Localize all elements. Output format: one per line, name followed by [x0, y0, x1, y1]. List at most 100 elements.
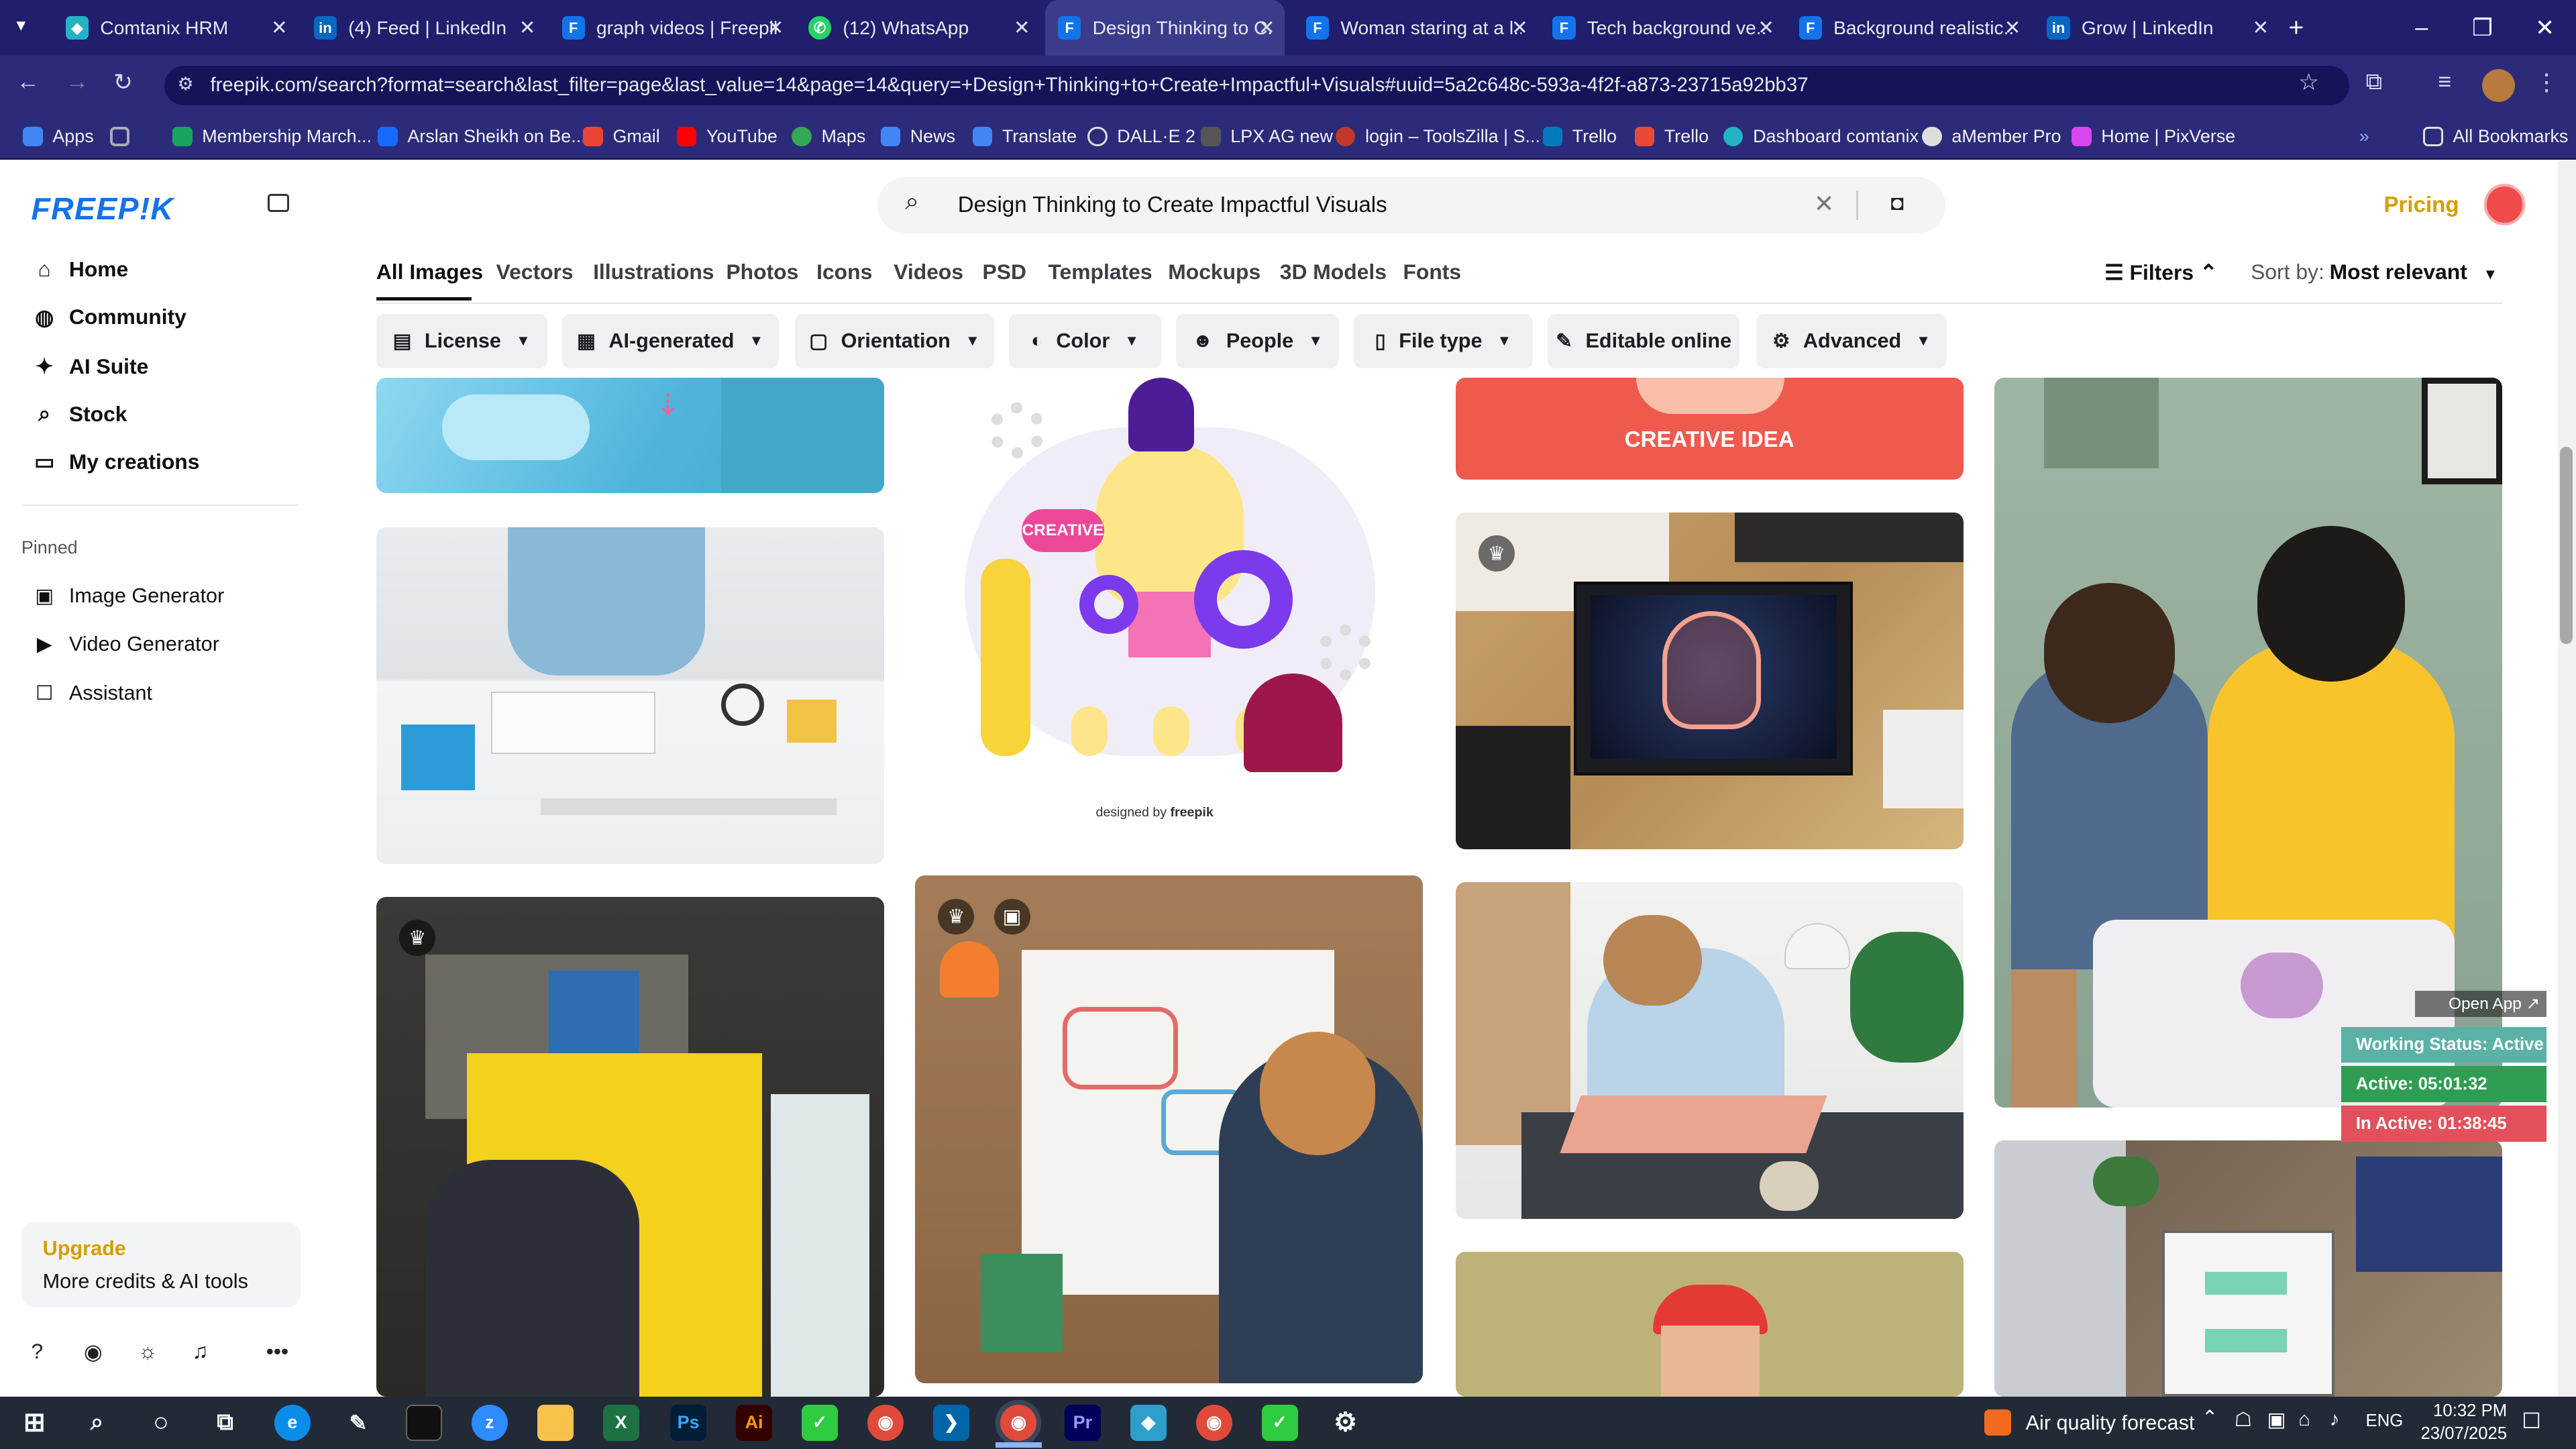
language-indicator[interactable]: ENG — [2366, 1411, 2404, 1431]
pricing-link[interactable]: Pricing — [2383, 193, 2459, 218]
reload-icon[interactable]: ↻ — [113, 69, 133, 96]
restore-icon[interactable]: ❐ — [2451, 0, 2514, 56]
browser-menu-icon[interactable]: ⋮ — [2535, 69, 2558, 96]
photoshop-icon[interactable]: Ps — [670, 1404, 707, 1441]
image-tile[interactable] — [1455, 1252, 1964, 1397]
filter-people[interactable]: ☻ People ▼ — [1176, 313, 1339, 368]
bookmark-trello-1[interactable]: Trello — [1542, 121, 1617, 151]
upgrade-title[interactable]: Upgrade — [43, 1237, 126, 1260]
bookmark-lpx[interactable]: LPX AG new — [1201, 121, 1333, 151]
tab-search-icon[interactable]: ▾ — [16, 15, 25, 36]
bookmark-dalle[interactable]: DALL·E 2 — [1087, 121, 1195, 151]
tab-freepik-graph[interactable]: F graph videos | Freepik ✕ — [561, 0, 784, 56]
network-icon[interactable]: ⌂ — [2298, 1408, 2310, 1431]
tab-background-realistic[interactable]: F Background realistic... ✕ — [1799, 0, 2021, 56]
tab-photos[interactable]: Photos — [726, 260, 798, 284]
filter-license[interactable]: ▤ License ▼ — [376, 313, 547, 368]
filter-file-type[interactable]: ▯ File type ▼ — [1353, 313, 1533, 368]
bookmark-toolszilla[interactable]: login – ToolsZilla | S... — [1336, 121, 1540, 151]
filter-ai-generated[interactable]: ▦ AI-generated ▼ — [561, 313, 779, 368]
upgrade-card[interactable] — [21, 1222, 301, 1308]
premiere-icon[interactable]: Pr — [1064, 1404, 1101, 1441]
media-icon[interactable]: ≡ — [2438, 69, 2451, 95]
tab-tech-background[interactable]: F Tech background ve... ✕ — [1552, 0, 1774, 56]
tab-templates[interactable]: Templates — [1048, 260, 1152, 284]
illustrator-icon[interactable]: Ai — [736, 1404, 773, 1441]
close-tab-icon[interactable]: ✕ — [1511, 16, 1528, 40]
sidebar-item-community[interactable]: ◍ Community — [33, 299, 186, 335]
discord-icon[interactable]: ◉ — [84, 1339, 103, 1364]
close-tab-icon[interactable]: ✕ — [1258, 16, 1275, 40]
all-bookmarks[interactable]: All Bookmarks — [2423, 121, 2568, 151]
more-options-icon[interactable]: ••• — [266, 1339, 288, 1364]
cortana-icon[interactable]: ○ — [143, 1405, 179, 1441]
image-tile[interactable]: ♛ — [376, 897, 884, 1397]
bookmark-apps[interactable]: Apps — [23, 121, 94, 151]
bookmark-maps[interactable]: Maps — [792, 121, 865, 151]
sidebar-item-stock[interactable]: ⌕ Stock — [33, 396, 127, 432]
filter-advanced[interactable]: ⚙ Advanced ▼ — [1756, 313, 1947, 368]
bookmark-news[interactable]: News — [880, 121, 955, 151]
notifications-icon[interactable]: ☐ — [2522, 1408, 2541, 1434]
vscode-icon[interactable]: ❯ — [933, 1404, 969, 1441]
windows-start-icon[interactable]: ⊞ — [16, 1405, 52, 1441]
tab-comtanix[interactable]: ◆ Comtanix HRM ✕ — [65, 0, 288, 56]
taskbar-search-icon[interactable]: ⌕ — [79, 1405, 115, 1441]
collapse-sidebar-icon[interactable] — [268, 193, 289, 212]
extensions-icon[interactable]: ⧉ — [2366, 69, 2382, 95]
excel-icon[interactable]: X — [602, 1404, 639, 1441]
site-info-icon[interactable]: ⚙ — [177, 74, 193, 95]
freepik-logo[interactable]: FREEP!K — [32, 191, 174, 227]
bookmark-trello-2[interactable]: Trello — [1634, 121, 1709, 151]
camera-search-icon[interactable]: ◘ — [1891, 191, 1904, 215]
more-bookmarks-icon[interactable]: » — [2359, 121, 2369, 151]
tab-linkedin-feed[interactable]: in (4) Feed | LinkedIn ✕ — [313, 0, 535, 56]
chrome-profile-icon[interactable]: ◉ — [1195, 1404, 1232, 1441]
profile-avatar[interactable] — [2482, 68, 2516, 102]
chrome-active-icon[interactable]: ◉ — [1000, 1404, 1037, 1441]
air-quality-icon[interactable] — [1984, 1409, 2011, 1436]
terminal-icon[interactable] — [405, 1404, 442, 1441]
sidebar-item-ai-suite[interactable]: ✦ AI Suite — [33, 348, 149, 384]
chrome-icon[interactable]: ◉ — [867, 1404, 904, 1441]
sidebar-item-video-generator[interactable]: ▶ Video Generator — [33, 626, 219, 662]
tab-mockups[interactable]: Mockups — [1168, 260, 1260, 284]
close-tab-icon[interactable]: ✕ — [2004, 16, 2021, 40]
task-view-icon[interactable]: ⧉ — [207, 1405, 244, 1441]
user-avatar[interactable] — [2483, 184, 2526, 225]
search-icon[interactable]: ⌕ — [905, 187, 919, 216]
image-tile[interactable] — [1455, 882, 1964, 1220]
minimize-icon[interactable]: – — [2390, 0, 2453, 56]
tab-fonts[interactable]: Fonts — [1403, 260, 1461, 284]
filter-color[interactable]: ◐ Color ▼ — [1008, 313, 1162, 368]
file-explorer-icon[interactable] — [537, 1404, 574, 1441]
theme-icon[interactable]: ☼ — [138, 1339, 158, 1364]
new-tab-icon[interactable]: + — [2288, 13, 2304, 43]
back-icon[interactable]: ← — [16, 69, 39, 95]
tab-vectors[interactable]: Vectors — [496, 260, 574, 284]
filters-toggle[interactable]: ☰ Filters ⌃ — [2104, 260, 2217, 285]
scrollbar-track[interactable] — [2558, 161, 2576, 1397]
tab-woman-staring[interactable]: F Woman staring at a l... ✕ — [1305, 0, 1528, 56]
url-text[interactable]: freepik.com/search?format=search&last_fi… — [210, 74, 1808, 97]
air-quality-text[interactable]: Air quality forecast — [2026, 1411, 2195, 1435]
bookmark-pixverse[interactable]: Home | PixVerse — [2072, 121, 2235, 151]
edge-icon[interactable]: e — [274, 1404, 311, 1441]
sidebar-item-home[interactable]: ⌂ Home — [33, 252, 128, 288]
search-query-text[interactable]: Design Thinking to Create Impactful Visu… — [958, 193, 1387, 218]
settings-gear-icon[interactable]: ⚙ — [1328, 1405, 1364, 1441]
app-green-icon[interactable]: ✓ — [1261, 1404, 1298, 1441]
tray-app-icon[interactable]: ☖ — [2235, 1408, 2252, 1432]
volume-icon[interactable]: ♪ — [2330, 1408, 2340, 1431]
clock-time[interactable]: 10:32 PM — [2428, 1401, 2507, 1421]
notification-bell-icon[interactable]: ♫ — [193, 1339, 209, 1364]
clock-date[interactable]: 23/07/2025 — [2415, 1424, 2508, 1444]
bookmark-dashboard[interactable]: Dashboard comtanix — [1723, 121, 1919, 151]
tray-camera-icon[interactable]: ▣ — [2267, 1408, 2286, 1432]
filter-editable-online[interactable]: ✎ Editable online — [1547, 313, 1740, 368]
app-green-icon[interactable]: ✓ — [802, 1404, 838, 1441]
sidebar-item-my-creations[interactable]: ▭ My creations — [33, 443, 199, 480]
tab-grow-linkedin[interactable]: in Grow | LinkedIn ✕ — [2047, 0, 2269, 56]
close-window-icon[interactable]: ✕ — [2514, 0, 2576, 56]
tab-3d-models[interactable]: 3D Models — [1280, 260, 1387, 284]
